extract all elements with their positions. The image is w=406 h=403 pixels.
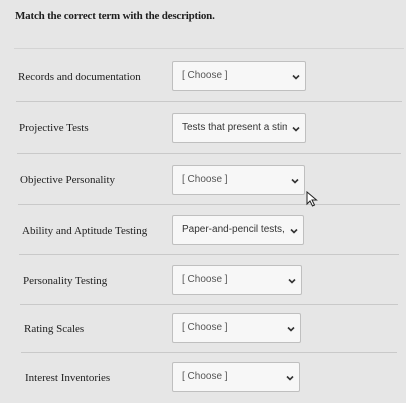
answer-dropdown[interactable]: [ Choose ] [172,362,300,392]
chevron-down-icon [287,276,297,286]
answer-dropdown[interactable]: [ Choose ] [172,61,306,91]
chevron-down-icon [285,373,295,383]
dropdown-value: [ Choose ] [182,70,228,81]
answer-dropdown[interactable]: Tests that present a stimu [172,113,306,143]
divider [14,48,404,49]
term-label: Rating Scales [24,323,85,335]
dropdown-value: [ Choose ] [182,322,228,333]
chevron-down-icon [291,124,301,134]
question-title: Match the correct term with the descript… [15,10,215,22]
answer-dropdown[interactable]: [ Choose ] [172,265,302,295]
divider [21,352,397,353]
divider [18,204,400,205]
term-label: Interest Inventories [25,372,111,384]
dropdown-value: [ Choose ] [182,371,228,382]
term-label: Records and documentation [18,71,141,83]
divider [19,254,399,255]
dropdown-value: Tests that present a stimu [182,122,287,133]
chevron-down-icon [290,176,300,186]
dropdown-value: Paper-and-pencil tests, of [182,224,285,235]
divider [20,304,398,305]
chevron-down-icon [286,324,296,334]
dropdown-value: [ Choose ] [182,174,228,185]
dropdown-value: [ Choose ] [182,274,228,285]
mouse-pointer-icon [306,190,318,207]
chevron-down-icon [291,72,301,82]
term-label: Ability and Aptitude Testing [22,225,148,237]
answer-dropdown[interactable]: Paper-and-pencil tests, of [172,215,304,245]
answer-dropdown[interactable]: [ Choose ] [172,313,301,343]
term-label: Projective Tests [19,122,89,134]
term-label: Personality Testing [23,275,108,287]
answer-dropdown[interactable]: [ Choose ] [172,165,305,195]
term-label: Objective Personality [20,174,116,186]
divider [17,153,401,154]
chevron-down-icon [289,226,299,236]
divider [16,101,402,102]
